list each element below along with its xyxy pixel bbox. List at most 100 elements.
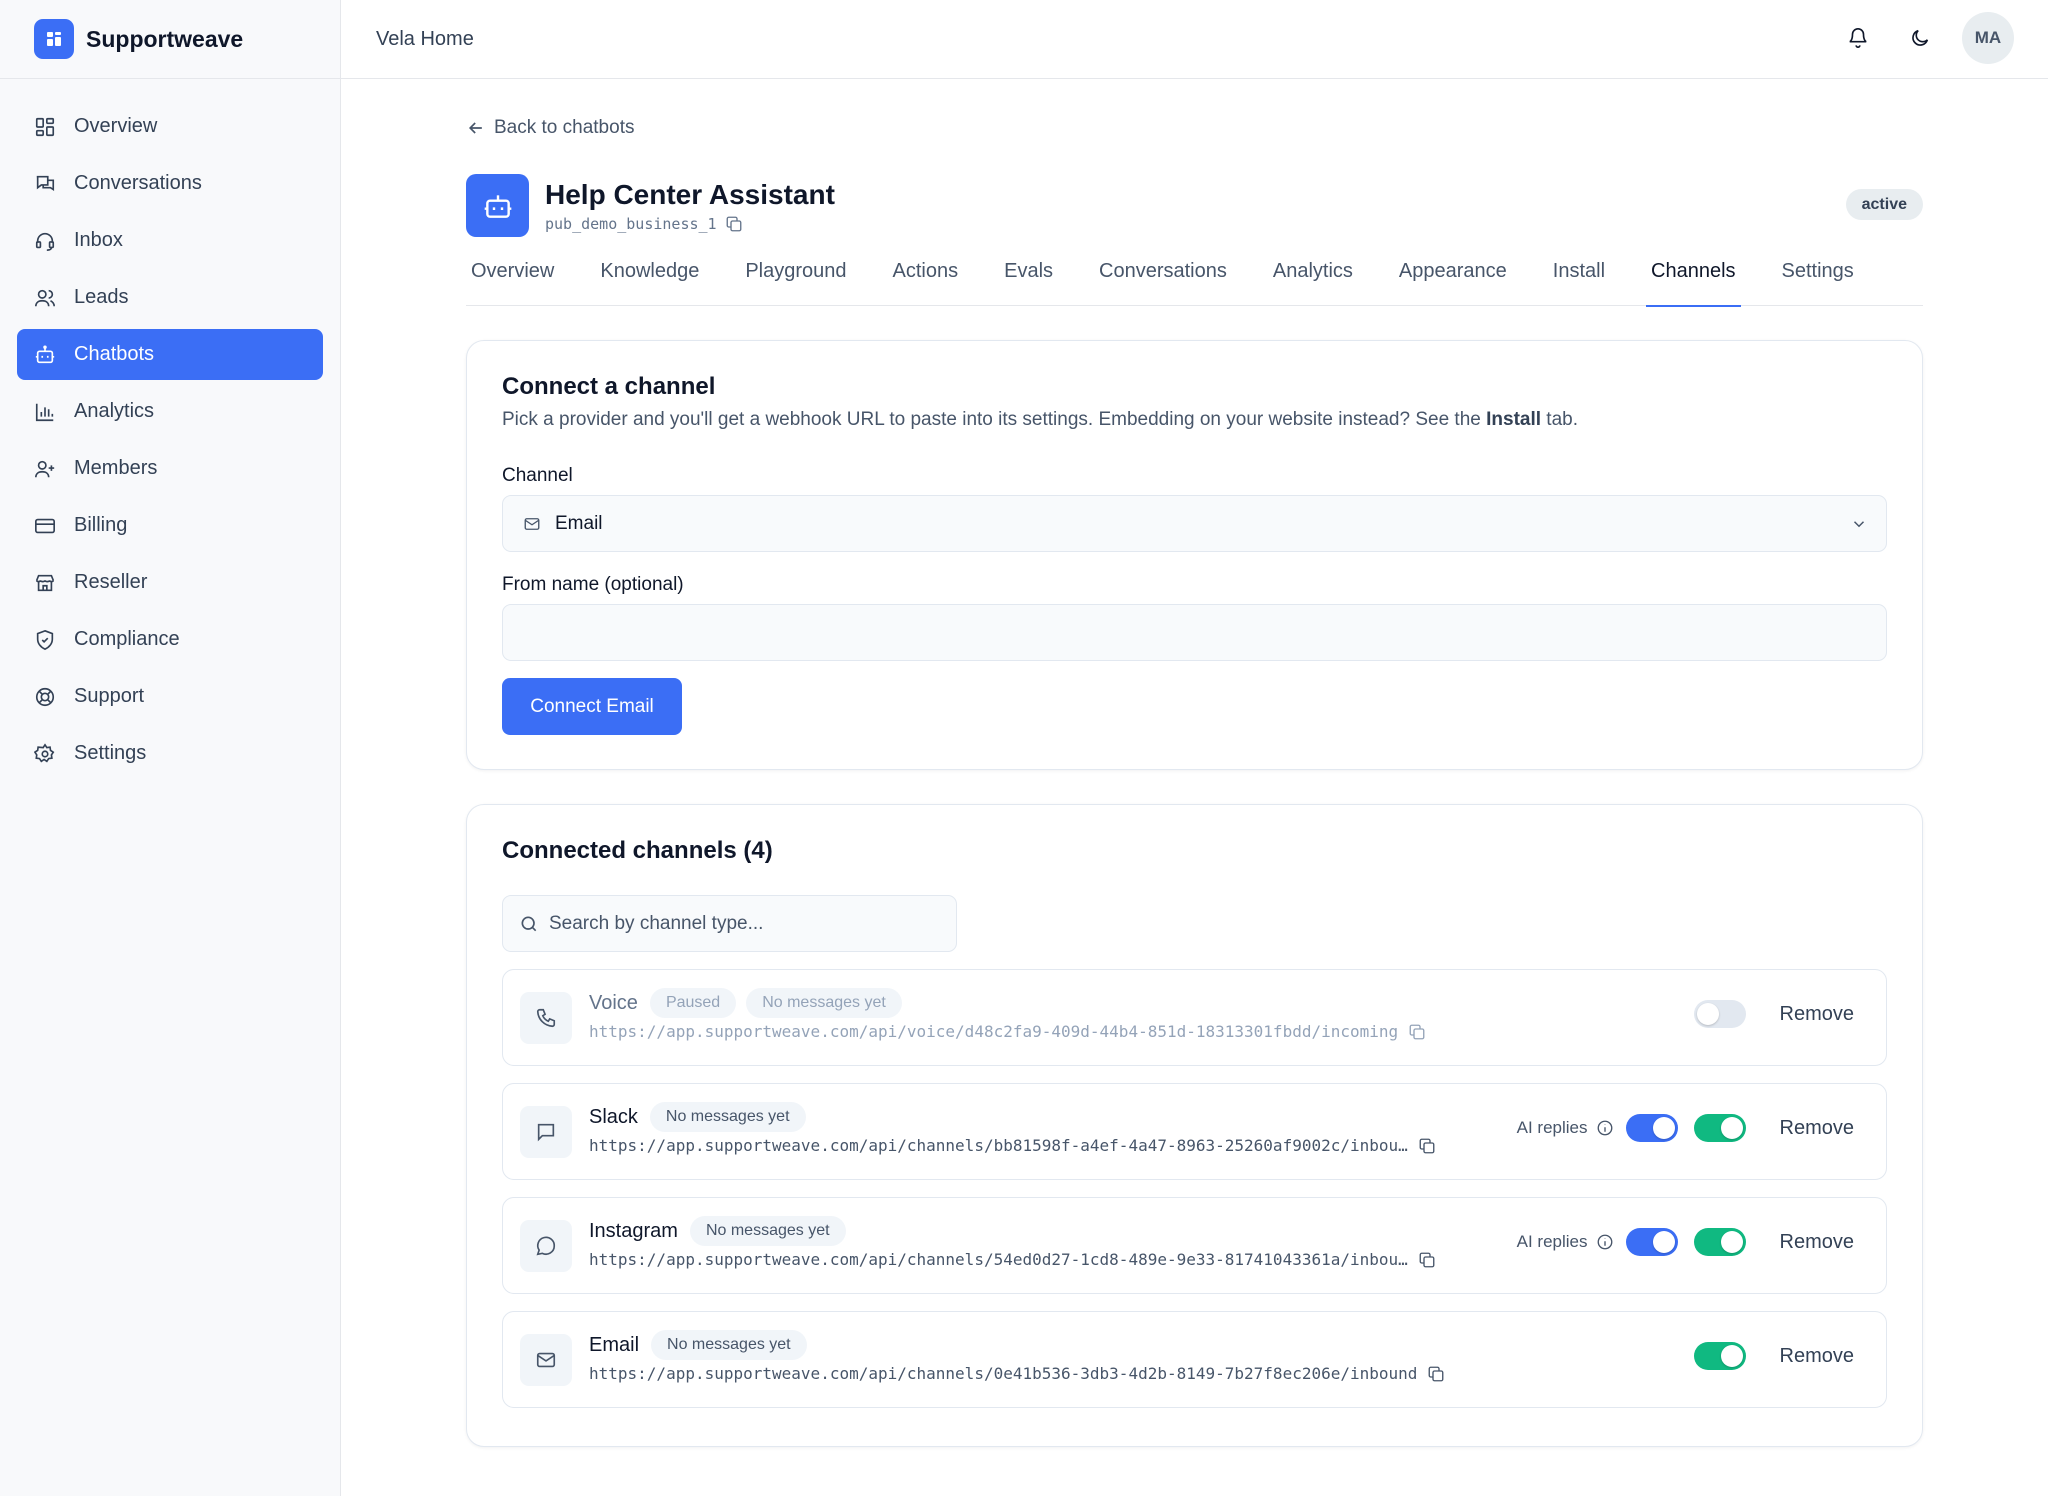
remove-button[interactable]: Remove	[1780, 1345, 1854, 1368]
phone-icon	[520, 992, 572, 1044]
ai-replies-toggle[interactable]	[1625, 1114, 1678, 1142]
remove-button[interactable]: Remove	[1780, 1003, 1854, 1026]
webhook-url-text: https://app.supportweave.com/api/channel…	[589, 1250, 1408, 1269]
mail-icon	[524, 517, 540, 530]
channel-enabled-toggle[interactable]	[1693, 1000, 1746, 1028]
sidebar-item-chatbots[interactable]: Chatbots	[17, 329, 323, 380]
tab-knowledge[interactable]: Knowledge	[595, 256, 704, 306]
mail-icon	[520, 1334, 572, 1386]
connect-email-button[interactable]: Connect Email	[502, 678, 682, 735]
tab-conversations[interactable]: Conversations	[1094, 256, 1232, 306]
sidebar-item-analytics[interactable]: Analytics	[17, 386, 323, 437]
copy-icon[interactable]	[1427, 1365, 1445, 1383]
store-icon	[35, 574, 55, 591]
logo-icon	[34, 19, 74, 59]
connect-channel-description: Pick a provider and you'll get a webhook…	[502, 409, 1579, 430]
webhook-url: https://app.supportweave.com/api/channel…	[589, 1250, 1436, 1269]
channel-search[interactable]	[502, 895, 957, 952]
sidebar-item-label: Leads	[74, 286, 129, 308]
grid-icon	[35, 117, 55, 136]
sidebar-item-overview[interactable]: Overview	[17, 101, 323, 152]
channel-row-voice: Voice Paused No messages yet https://app…	[502, 969, 1887, 1066]
tab-appearance[interactable]: Appearance	[1394, 256, 1512, 306]
sidebar-item-support[interactable]: Support	[17, 671, 323, 722]
tab-channels[interactable]: Channels	[1646, 256, 1741, 307]
sidebar-item-label: Overview	[74, 115, 158, 137]
message-circle-icon	[520, 1220, 572, 1272]
notifications-button[interactable]	[1838, 18, 1878, 58]
sidebar-item-conversations[interactable]: Conversations	[17, 158, 323, 209]
bar-chart-icon	[35, 403, 54, 421]
tab-actions[interactable]: Actions	[888, 256, 964, 306]
copy-icon[interactable]	[1408, 1023, 1426, 1041]
ai-replies-label: AI replies	[1517, 1118, 1614, 1138]
search-icon	[521, 916, 537, 931]
headset-icon	[35, 232, 55, 251]
from-name-label: From name (optional)	[502, 574, 684, 595]
sidebar-item-reseller[interactable]: Reseller	[17, 557, 323, 608]
channel-enabled-toggle[interactable]	[1693, 1114, 1746, 1142]
channel-enabled-toggle[interactable]	[1693, 1228, 1746, 1256]
brand[interactable]: Supportweave	[0, 0, 340, 79]
sidebar: Supportweave Overview Conversations Inbo…	[0, 0, 341, 1496]
connect-channel-card: Connect a channel Pick a provider and yo…	[466, 340, 1923, 770]
status-badge: active	[1845, 189, 1923, 220]
connect-channel-title: Connect a channel	[502, 373, 716, 400]
tab-playground[interactable]: Playground	[740, 256, 851, 306]
copy-icon[interactable]	[1418, 1137, 1436, 1155]
theme-toggle-button[interactable]	[1900, 18, 1940, 58]
tab-install[interactable]: Install	[1548, 256, 1610, 306]
sidebar-item-label: Reseller	[74, 571, 148, 593]
info-icon[interactable]	[1596, 1119, 1614, 1137]
avatar[interactable]: MA	[1962, 12, 2014, 64]
info-icon[interactable]	[1596, 1233, 1614, 1251]
topbar: Vela Home MA	[341, 0, 2048, 79]
tab-overview[interactable]: Overview	[466, 256, 559, 306]
sidebar-item-label: Analytics	[74, 400, 155, 422]
tab-evals[interactable]: Evals	[999, 256, 1058, 306]
ai-replies-toggle[interactable]	[1625, 1228, 1678, 1256]
tab-settings[interactable]: Settings	[1777, 256, 1859, 306]
install-tab-reference: Install	[1486, 409, 1542, 430]
sidebar-item-billing[interactable]: Billing	[17, 500, 323, 551]
ai-replies-label: AI replies	[1517, 1232, 1614, 1252]
sidebar-item-label: Settings	[74, 742, 147, 764]
sidebar-item-settings[interactable]: Settings	[17, 728, 323, 779]
sidebar-item-label: Chatbots	[74, 343, 155, 365]
chevron-down-icon	[1853, 521, 1865, 528]
copy-icon[interactable]	[1418, 1251, 1436, 1269]
sidebar-item-compliance[interactable]: Compliance	[17, 614, 323, 665]
sidebar-item-leads[interactable]: Leads	[17, 272, 323, 323]
sidebar-item-label: Members	[74, 457, 158, 479]
lifebuoy-icon	[35, 687, 55, 706]
remove-button[interactable]: Remove	[1780, 1231, 1854, 1254]
webhook-url-text: https://app.supportweave.com/api/channel…	[589, 1136, 1408, 1155]
channel-row-instagram: Instagram No messages yet https://app.su…	[502, 1197, 1887, 1294]
sidebar-item-label: Conversations	[74, 172, 202, 194]
paused-badge: Paused	[649, 988, 737, 1018]
tab-analytics[interactable]: Analytics	[1268, 256, 1358, 306]
sidebar-item-label: Support	[74, 685, 145, 707]
gear-icon	[34, 742, 55, 762]
remove-button[interactable]: Remove	[1780, 1117, 1854, 1140]
back-link[interactable]: Back to chatbots	[466, 117, 1923, 139]
sidebar-item-members[interactable]: Members	[17, 443, 323, 494]
channel-select[interactable]: Email	[502, 495, 1887, 552]
messages-badge: No messages yet	[649, 1102, 806, 1132]
users-icon	[35, 289, 55, 306]
channel-select-value: Email	[555, 512, 603, 534]
chat-icon	[36, 175, 55, 191]
sidebar-nav: Overview Conversations Inbox Leads Chatb…	[0, 79, 340, 807]
copy-icon[interactable]	[725, 215, 743, 233]
search-input[interactable]	[549, 912, 949, 935]
channel-name: Slack	[589, 1105, 638, 1128]
from-name-input[interactable]	[502, 604, 1887, 661]
bot-id-text: pub_demo_business_1	[545, 214, 717, 233]
channel-enabled-toggle[interactable]	[1693, 1342, 1746, 1370]
shield-icon	[36, 629, 54, 650]
sidebar-item-inbox[interactable]: Inbox	[17, 215, 323, 266]
webhook-url: https://app.supportweave.com/api/channel…	[589, 1364, 1445, 1383]
sidebar-item-label: Inbox	[74, 229, 123, 251]
webhook-url: https://app.supportweave.com/api/channel…	[589, 1136, 1436, 1155]
sidebar-item-label: Compliance	[74, 628, 180, 650]
